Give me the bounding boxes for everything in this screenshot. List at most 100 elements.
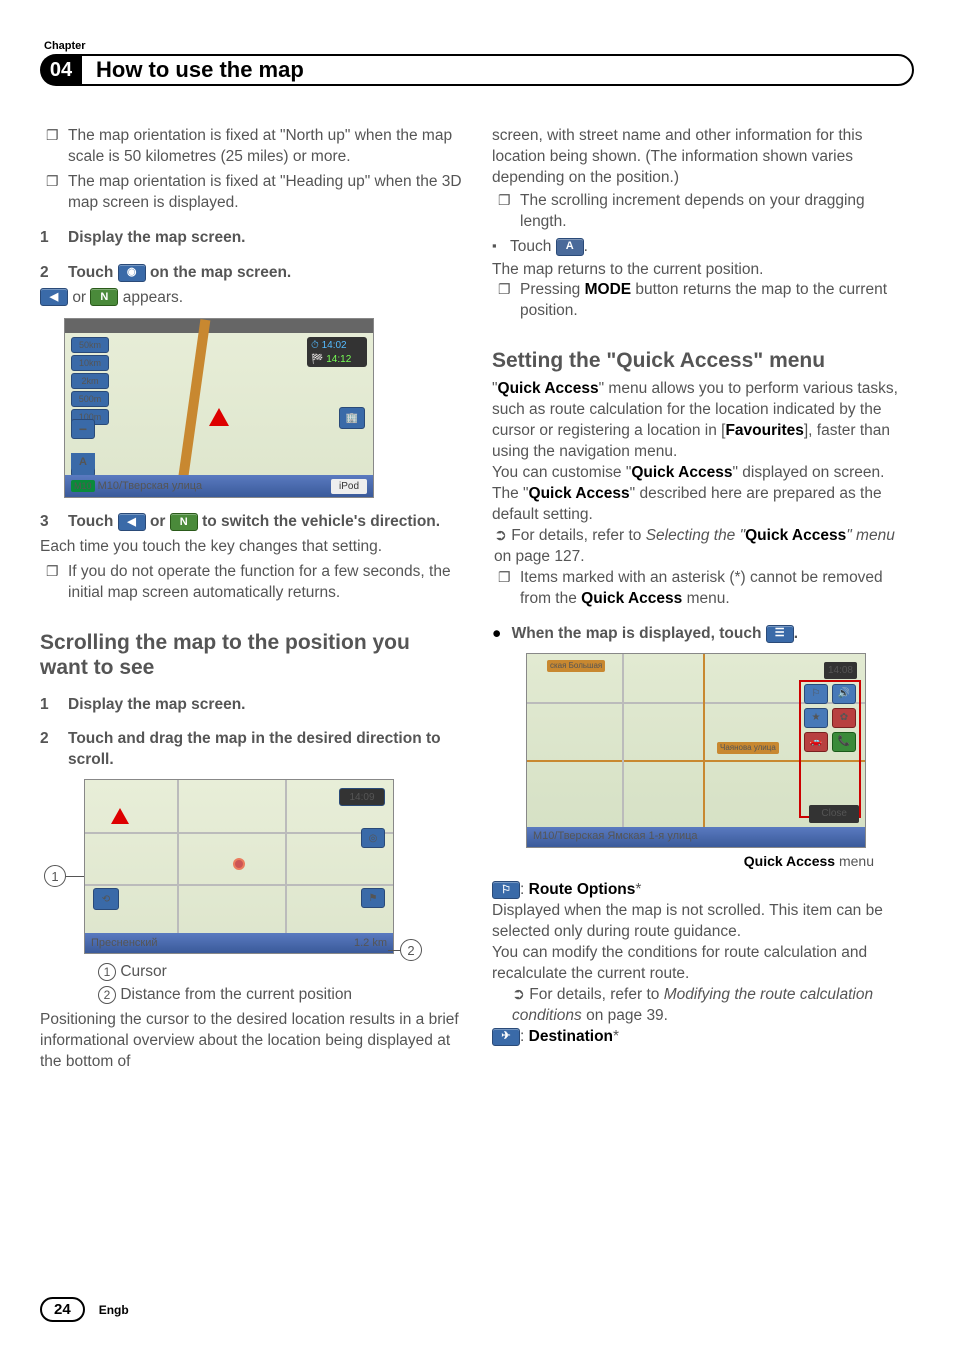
text: "Quick Access" bbox=[606, 349, 763, 372]
text: Touch bbox=[68, 264, 118, 281]
note-item: The scrolling increment depends on your … bbox=[520, 191, 914, 233]
note-item: Pressing MODE button returns the map to … bbox=[520, 280, 914, 322]
note-item: The map orientation is fixed at "North u… bbox=[68, 126, 462, 168]
distance-value: 1.2 km bbox=[354, 936, 387, 951]
action-item: Touch A. bbox=[510, 237, 914, 258]
page-number: 24 bbox=[40, 1297, 85, 1322]
step-text: Display the map screen. bbox=[68, 228, 462, 249]
caption-item: 2 Distance from the current position bbox=[98, 985, 462, 1006]
qa-volume-icon[interactable]: 🔊 bbox=[832, 684, 856, 704]
figure-caption: Quick Access menu bbox=[492, 852, 874, 871]
map-status-bar: Пресненский 1.2 km bbox=[85, 933, 393, 953]
qa-fav-icon[interactable]: ★ bbox=[804, 708, 828, 728]
chapter-title-wrap: How to use the map bbox=[64, 54, 914, 86]
step-num: 1 bbox=[40, 695, 68, 716]
street-name: М10/Тверская Ямская 1-я улица bbox=[533, 829, 698, 844]
qa-route-options-icon[interactable]: ⚐ bbox=[804, 684, 828, 704]
scale-buttons: 50km 10km 2km 500m 100m bbox=[71, 337, 109, 425]
left-column: The map orientation is fixed at "North u… bbox=[40, 126, 462, 1073]
quick-access-panel: ⚐ 🔊 ★ ✿ 🚗 📞 bbox=[803, 684, 857, 752]
scale-btn[interactable]: 10km bbox=[71, 355, 109, 371]
cross-reference: For details, refer to Selecting the "Qui… bbox=[492, 526, 914, 568]
close-button[interactable]: Close bbox=[809, 805, 859, 823]
step-text: Touch ◀ or N to switch the vehicle's dir… bbox=[68, 512, 462, 533]
quick-access-open-icon: ☰ bbox=[766, 625, 794, 643]
qa-traffic-icon[interactable]: 🚗 bbox=[804, 732, 828, 752]
scale-btn[interactable]: 50km bbox=[71, 337, 109, 353]
qa-poi-icon[interactable]: ✿ bbox=[832, 708, 856, 728]
chapter-number-badge: 04 bbox=[40, 54, 82, 86]
callout-2: 2 bbox=[400, 939, 422, 961]
paragraph: screen, with street name and other infor… bbox=[492, 126, 914, 189]
right-column: screen, with street name and other infor… bbox=[492, 126, 914, 1073]
text: or bbox=[150, 513, 170, 530]
map-status-bar: M10 М10/Тверская улица iPod bbox=[65, 475, 373, 497]
section-heading-scroll: Scrolling the map to the position you wa… bbox=[40, 630, 462, 680]
paragraph: The map returns to the current position. bbox=[492, 260, 914, 281]
step-3-para: Each time you touch the key changes that… bbox=[40, 537, 462, 558]
clock-time: ⏱ 14:02 bbox=[311, 339, 363, 353]
paragraph: Displayed when the map is not scrolled. … bbox=[492, 901, 914, 943]
street-label: Чаянова улица bbox=[717, 742, 779, 755]
text: . bbox=[794, 625, 798, 642]
quick-access-menu-icon[interactable]: ⚑ bbox=[361, 888, 385, 908]
step-2-sub: ◀ or N appears. bbox=[40, 288, 462, 309]
step-text: Touch ◉ on the map screen. bbox=[68, 263, 462, 284]
step-3: 3 Touch ◀ or N to switch the vehicle's d… bbox=[40, 512, 462, 533]
text: Pressing bbox=[520, 281, 585, 298]
street-name: Пресненский bbox=[91, 936, 158, 951]
callout-num: 1 bbox=[98, 963, 116, 981]
map-status-bar: М10/Тверская Ямская 1-я улица bbox=[527, 827, 865, 847]
language-code: Engb bbox=[99, 1303, 129, 1317]
text: appears. bbox=[123, 289, 183, 306]
step-2b: 2 Touch and drag the map in the desired … bbox=[40, 729, 462, 771]
map-screenshot-1: 50km 10km 2km 500m 100m − + ⏱ 14:02 🏁 14… bbox=[64, 318, 374, 498]
cursor-icon bbox=[233, 858, 245, 870]
note-item: If you do not operate the function for a… bbox=[68, 562, 462, 604]
return-icon[interactable]: ⟲ bbox=[93, 888, 119, 910]
option-heading: ✈: Destination* bbox=[492, 1027, 914, 1048]
caption-item: 1 Cursor bbox=[98, 962, 462, 983]
direction-a-button[interactable]: A bbox=[71, 453, 95, 471]
scale-btn[interactable]: 500m bbox=[71, 391, 109, 407]
text: menu bbox=[763, 349, 825, 372]
mode-button-label: MODE bbox=[585, 281, 632, 298]
step-1b: 1 Display the map screen. bbox=[40, 695, 462, 716]
street-label: ская Большая bbox=[547, 660, 605, 673]
text: or bbox=[72, 289, 90, 306]
paragraph: Positioning the cursor to the desired lo… bbox=[40, 1010, 462, 1073]
street-name: М10/Тверская улица bbox=[98, 480, 203, 492]
time-badge: 14:08 bbox=[824, 662, 857, 680]
poi-icon[interactable]: 🏢 bbox=[339, 407, 365, 429]
step-num: 2 bbox=[40, 729, 68, 771]
destination-icon: ✈ bbox=[492, 1028, 520, 1046]
return-a-icon: A bbox=[556, 238, 584, 256]
paragraph: You can modify the conditions for route … bbox=[492, 943, 914, 985]
zoom-out-button[interactable]: − bbox=[71, 419, 95, 439]
paragraph: You can customise "Quick Access" display… bbox=[492, 463, 914, 526]
note-item: Items marked with an asterisk (*) cannot… bbox=[520, 568, 914, 610]
step-text: Display the map screen. bbox=[68, 695, 462, 716]
step-num: 3 bbox=[40, 512, 68, 533]
text: Setting the bbox=[492, 349, 606, 372]
qa-phone-icon[interactable]: 📞 bbox=[832, 732, 856, 752]
north-up-icon: N bbox=[170, 513, 198, 531]
page-footer: 24 Engb bbox=[40, 1297, 129, 1322]
chapter-title: How to use the map bbox=[96, 57, 304, 83]
note-item: The map orientation is fixed at "Heading… bbox=[68, 172, 462, 214]
map-screenshot-3-quick-access: ская Большая Чаянова улица 14:08 ⚐ 🔊 ★ ✿… bbox=[526, 653, 866, 848]
compass-rotate-icon: ◉ bbox=[118, 264, 146, 282]
north-up-icon: N bbox=[90, 288, 118, 306]
text: to switch the vehicle's direction. bbox=[202, 513, 440, 530]
ipod-indicator: iPod bbox=[331, 479, 367, 495]
scale-btn[interactable]: 2km bbox=[71, 373, 109, 389]
time-box: ⏱ 14:02 🏁 14:12 bbox=[307, 337, 367, 367]
eta-time: 🏁 14:12 bbox=[311, 353, 363, 367]
step-2: 2 Touch ◉ on the map screen. bbox=[40, 263, 462, 284]
chapter-header: 04 How to use the map bbox=[40, 54, 914, 86]
cross-reference: For details, refer to Modifying the rout… bbox=[492, 985, 914, 1027]
map-compass-icon[interactable]: ◎ bbox=[361, 828, 385, 848]
step-num: 2 bbox=[40, 263, 68, 284]
callout-1: 1 bbox=[44, 865, 66, 887]
heading-arrow-icon: ◀ bbox=[118, 513, 146, 531]
